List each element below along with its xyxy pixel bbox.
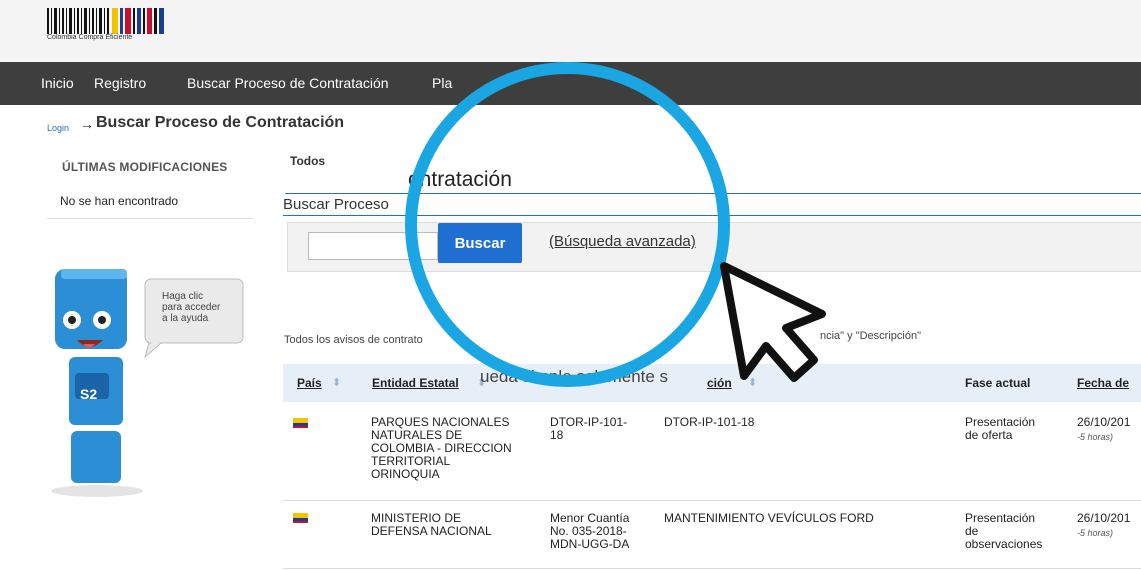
- colombia-flag-icon: [293, 513, 308, 523]
- table-cell-fase: Presentación de observaciones: [965, 512, 1042, 551]
- table-cell-referencia: Menor Cuantía No. 035-2018- MDN-UGG-DA: [550, 512, 629, 551]
- tab-todos[interactable]: Todos: [290, 154, 325, 168]
- breadcrumb-login-link[interactable]: Login: [47, 123, 69, 133]
- table-cell-fase: Presentación de oferta: [965, 416, 1035, 442]
- row-divider: [283, 500, 1141, 501]
- col-header-fase: Fase actual: [965, 376, 1031, 390]
- magnifier-ring-icon: [405, 62, 730, 387]
- help-bubble-line: Haga clic: [162, 291, 204, 302]
- breadcrumb-arrow-icon: →: [80, 116, 94, 132]
- table-cell-entidad[interactable]: MINISTERIO DE DEFENSA NACIONAL: [371, 512, 492, 538]
- cell-line: DEFENSA NACIONAL: [371, 524, 492, 538]
- col-header-entidad[interactable]: Entidad Estatal: [372, 376, 459, 390]
- col-header-pais[interactable]: País: [297, 376, 322, 390]
- cell-line: MDN-UGG-DA: [550, 537, 630, 551]
- nav-registro[interactable]: Registro: [94, 75, 146, 91]
- sidebar-empty-text: No se han encontrado: [60, 194, 179, 208]
- table-cell-descripcion[interactable]: DTOR-IP-101-18: [664, 416, 754, 429]
- table-cell-entidad[interactable]: PARQUES NACIONALES NATURALES DE COLOMBIA…: [371, 416, 512, 481]
- page-title: Buscar Proceso de Contratación: [96, 114, 345, 131]
- row-divider: [283, 568, 1141, 569]
- barcode-logo-icon[interactable]: [46, 8, 170, 48]
- table-cell-descripcion[interactable]: MANTENIMIENTO VEVÍCULOS FORD: [664, 512, 874, 525]
- cell-line: observaciones: [965, 537, 1043, 551]
- table-cell-fecha-offset: -5 horas): [1077, 432, 1114, 442]
- help-bubble-text: Haga clic para acceder a la ayuda: [162, 291, 220, 324]
- section-subtitle: Buscar Proceso: [283, 196, 389, 213]
- sidebar-heading: ÚLTIMAS MODIFICACIONES: [62, 160, 228, 174]
- notice-text: Todos los avisos de contrato: [284, 334, 423, 346]
- help-bubble-line: a la ayuda: [162, 313, 209, 324]
- logo-caption: Colombia Compra Eficiente: [47, 34, 133, 41]
- pointer-cursor-icon: [720, 262, 826, 382]
- table-cell-fecha: 26/10/201: [1077, 415, 1131, 429]
- help-bubble-line: para acceder: [162, 302, 221, 313]
- nav-inicio[interactable]: Inicio: [41, 75, 74, 91]
- cell-line: ORINOQUIA: [371, 467, 440, 481]
- table-cell-fecha: 26/10/201: [1077, 511, 1131, 525]
- table-cell-referencia: DTOR-IP-101- 18: [550, 416, 627, 442]
- cell-line: de oferta: [965, 428, 1013, 442]
- col-header-fecha[interactable]: Fecha de: [1077, 376, 1129, 390]
- mascot-badge: S2: [80, 386, 98, 402]
- nav-buscar-proceso[interactable]: Buscar Proceso de Contratación: [187, 75, 389, 91]
- nav-planes[interactable]: Pla: [432, 75, 452, 91]
- table-cell-fecha-offset: -5 horas): [1077, 528, 1114, 538]
- top-header: [0, 0, 1141, 62]
- sidebar-divider: [47, 218, 253, 219]
- colombia-flag-icon: [293, 418, 308, 428]
- cell-line: 18: [550, 428, 564, 442]
- sort-arrows-icon[interactable]: ⬍: [332, 376, 341, 389]
